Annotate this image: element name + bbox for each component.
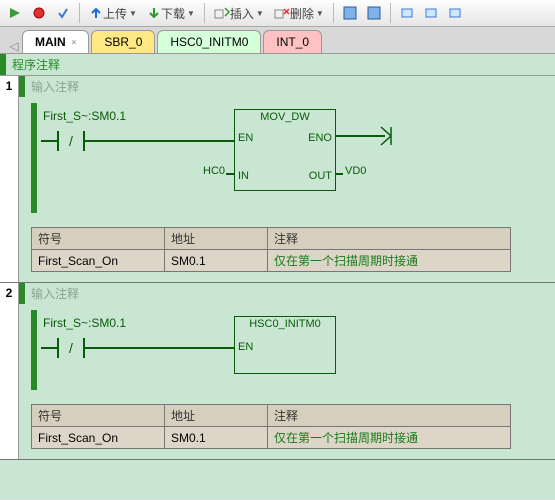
close-icon[interactable]: × <box>72 38 77 47</box>
input-comment[interactable]: 输入注释 <box>19 283 555 304</box>
stop-button[interactable] <box>28 1 50 25</box>
box-title: MOV_DW <box>235 110 335 125</box>
window-button-3[interactable] <box>444 1 466 25</box>
upload-label: 上传 <box>103 5 127 22</box>
delete-icon <box>274 6 290 20</box>
block-button-1[interactable] <box>339 1 361 25</box>
in-source: HC0 <box>203 165 225 177</box>
col-symbol: 符号 <box>32 405 165 427</box>
col-comment: 注释 <box>268 405 511 427</box>
separator <box>333 3 334 23</box>
rung-2: 2 输入注释 First_S~:SM0.1 / HSC0_INITM0 EN <box>0 283 555 460</box>
insert-button[interactable]: 插入 ▼ <box>210 1 268 25</box>
contact-symbol-label: First_S~:SM0.1 <box>43 109 126 123</box>
power-rail <box>31 103 37 213</box>
pin-en: EN <box>238 132 253 144</box>
pin-in: IN <box>238 170 249 182</box>
rung-number: 2 <box>0 283 19 459</box>
chevron-down-icon: ▼ <box>316 9 324 18</box>
wire <box>226 173 234 175</box>
download-button[interactable]: 下载 ▼ <box>143 1 199 25</box>
separator <box>390 3 391 23</box>
tab-label: INT_0 <box>276 35 309 49</box>
table-row[interactable]: First_Scan_OnSM0.1仅在第一个扫描周期时接通 <box>32 427 511 449</box>
col-address: 地址 <box>165 405 268 427</box>
wire <box>335 173 343 175</box>
rung-number: 1 <box>0 76 19 282</box>
delete-label: 删除 <box>290 5 314 22</box>
contact-symbol-label: First_S~:SM0.1 <box>43 316 126 330</box>
instruction-box-hsc0[interactable]: HSC0_INITM0 EN <box>234 316 336 374</box>
run-button[interactable] <box>4 1 26 25</box>
tab-hsc0[interactable]: HSC0_INITM0 <box>157 30 261 53</box>
symbol-table-2: 符号地址注释 First_Scan_OnSM0.1仅在第一个扫描周期时接通 <box>31 404 511 449</box>
terminator-icon <box>379 125 399 147</box>
window-button-2[interactable] <box>420 1 442 25</box>
tab-int0[interactable]: INT_0 <box>263 30 322 53</box>
tab-main[interactable]: MAIN × <box>22 30 89 53</box>
chevron-down-icon: ▼ <box>129 9 137 18</box>
tab-sbr0[interactable]: SBR_0 <box>91 30 155 53</box>
cell-address: SM0.1 <box>165 427 268 449</box>
program-comment-label: 程序注释 <box>12 58 60 72</box>
rung-1: 1 输入注释 First_S~:SM0.1 / MOV_DW EN E <box>0 76 555 283</box>
input-comment[interactable]: 输入注释 <box>19 76 555 97</box>
tab-label: HSC0_INITM0 <box>170 35 248 49</box>
wire <box>335 135 385 137</box>
ladder-diagram-2[interactable]: First_S~:SM0.1 / HSC0_INITM0 EN <box>19 310 555 390</box>
instruction-box-movdw[interactable]: MOV_DW EN ENO IN OUT <box>234 109 336 191</box>
power-rail <box>31 310 37 390</box>
tab-label: SBR_0 <box>104 35 142 49</box>
out-dest: VD0 <box>345 165 366 177</box>
arrow-down-icon <box>147 6 161 20</box>
pin-out: OUT <box>309 170 332 182</box>
col-address: 地址 <box>165 228 268 250</box>
program-comment-row[interactable]: 程序注释 <box>0 53 555 76</box>
cell-comment: 仅在第一个扫描周期时接通 <box>268 250 511 272</box>
separator <box>204 3 205 23</box>
nc-contact[interactable]: / <box>41 131 235 151</box>
pin-eno: ENO <box>308 132 332 144</box>
delete-button[interactable]: 删除 ▼ <box>270 1 328 25</box>
window-button-1[interactable] <box>396 1 418 25</box>
cell-comment: 仅在第一个扫描周期时接通 <box>268 427 511 449</box>
ladder-workspace: 程序注释 1 输入注释 First_S~:SM0.1 / MOV_DW <box>0 53 555 499</box>
tab-bar: ◁ MAIN × SBR_0 HSC0_INITM0 INT_0 <box>0 27 555 53</box>
cell-address: SM0.1 <box>165 250 268 272</box>
nc-contact[interactable]: / <box>41 338 235 358</box>
toolbar: 上传 ▼ 下载 ▼ 插入 ▼ 删除 ▼ <box>0 0 555 27</box>
chevron-down-icon: ▼ <box>187 9 195 18</box>
insert-label: 插入 <box>230 5 254 22</box>
cell-symbol: First_Scan_On <box>32 427 165 449</box>
chevron-down-icon: ▼ <box>256 9 264 18</box>
cell-symbol: First_Scan_On <box>32 250 165 272</box>
separator <box>79 3 80 23</box>
tab-label: MAIN <box>35 35 66 49</box>
box-title: HSC0_INITM0 <box>235 317 335 332</box>
col-symbol: 符号 <box>32 228 165 250</box>
pin-en: EN <box>238 341 253 353</box>
upload-button[interactable]: 上传 ▼ <box>85 1 141 25</box>
ladder-diagram-1[interactable]: First_S~:SM0.1 / MOV_DW EN ENO IN OUT <box>19 103 555 213</box>
tab-prev-icon[interactable]: ◁ <box>6 39 22 53</box>
insert-icon <box>214 6 230 20</box>
arrow-up-icon <box>89 6 103 20</box>
col-comment: 注释 <box>268 228 511 250</box>
compile-button[interactable] <box>52 1 74 25</box>
block-button-2[interactable] <box>363 1 385 25</box>
table-row[interactable]: First_Scan_OnSM0.1仅在第一个扫描周期时接通 <box>32 250 511 272</box>
download-label: 下载 <box>161 5 185 22</box>
symbol-table-1: 符号地址注释 First_Scan_OnSM0.1仅在第一个扫描周期时接通 <box>31 227 511 272</box>
